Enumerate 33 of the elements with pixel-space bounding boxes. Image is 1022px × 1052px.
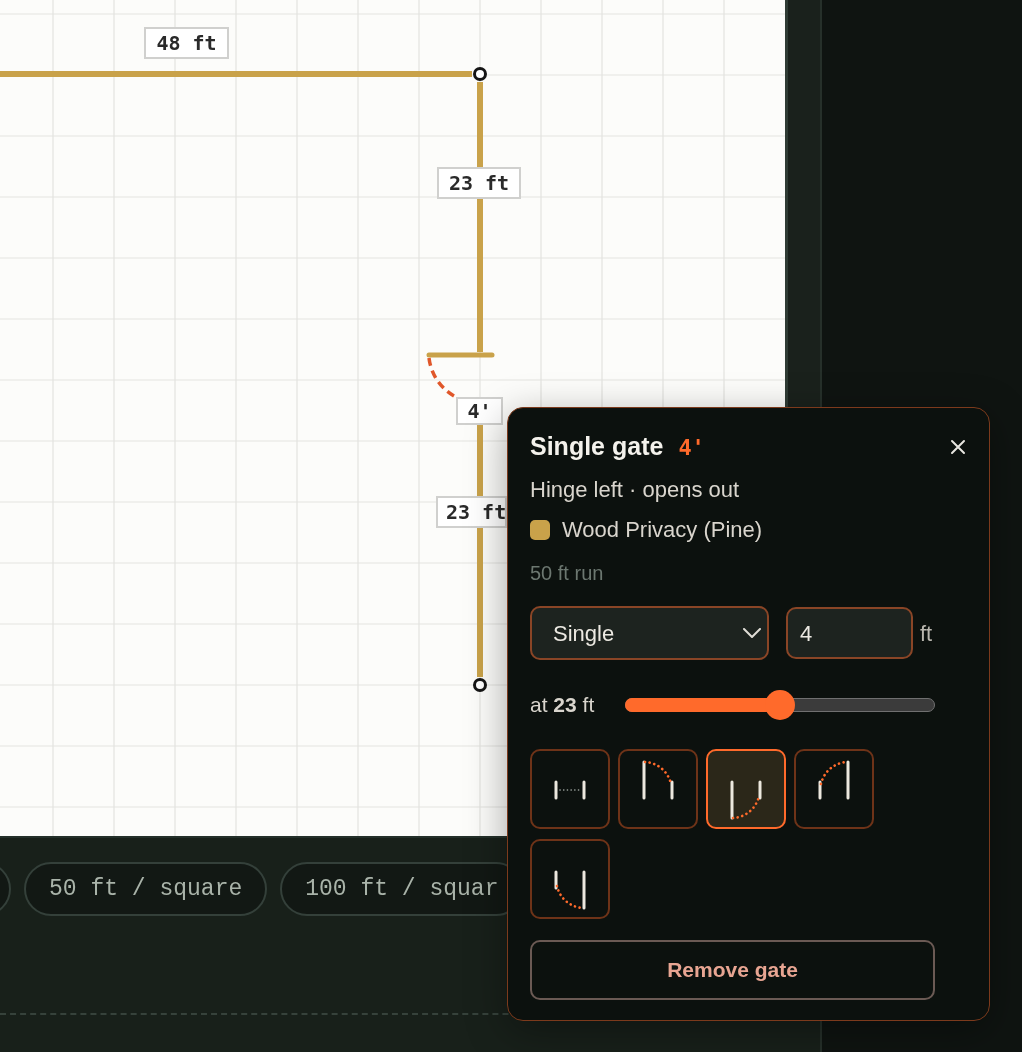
scale-chip[interactable]: 50 ft / square xyxy=(24,862,268,916)
gate-swing-arc xyxy=(427,357,455,398)
swing-option-button[interactable] xyxy=(618,749,698,829)
dimension-label: 48 ft xyxy=(144,27,229,59)
gate-swing-icon xyxy=(552,869,588,911)
chevron-down-icon xyxy=(743,628,761,638)
popup-title: Single gate xyxy=(530,431,664,462)
dimension-label: 4' xyxy=(456,397,503,425)
hinge-description: Hinge left · opens out xyxy=(530,476,740,504)
fence-post[interactable] xyxy=(473,67,487,81)
position-label: at 23 ft xyxy=(530,692,596,719)
dimension-label: 23 ft xyxy=(437,167,521,199)
slider-thumb[interactable] xyxy=(765,690,795,720)
swing-option-button[interactable] xyxy=(794,749,874,829)
gate-swing-icon xyxy=(640,759,676,801)
gate-size-label: 4' xyxy=(678,434,705,462)
position-slider[interactable] xyxy=(625,690,935,720)
gate-swing-icon xyxy=(728,779,764,821)
run-length-label: 50 ft run xyxy=(530,561,604,586)
fence-post[interactable] xyxy=(473,678,487,692)
swing-option-button[interactable] xyxy=(706,749,786,829)
swing-option-button[interactable] xyxy=(530,839,610,919)
material-name: Wood Privacy (Pine) xyxy=(562,516,763,544)
width-input[interactable]: 4 xyxy=(786,607,913,659)
gate-gap-icon xyxy=(552,780,588,800)
material-swatch-icon xyxy=(530,520,550,540)
dimension-label: 23 ft xyxy=(436,496,507,528)
close-icon xyxy=(950,439,966,455)
unit-label: ft xyxy=(920,619,933,648)
gate-type-select[interactable]: Single xyxy=(530,606,769,660)
remove-gate-button[interactable]: Remove gate xyxy=(530,940,935,1000)
swing-option-button[interactable] xyxy=(530,749,610,829)
gate-swing-icon xyxy=(816,759,852,801)
